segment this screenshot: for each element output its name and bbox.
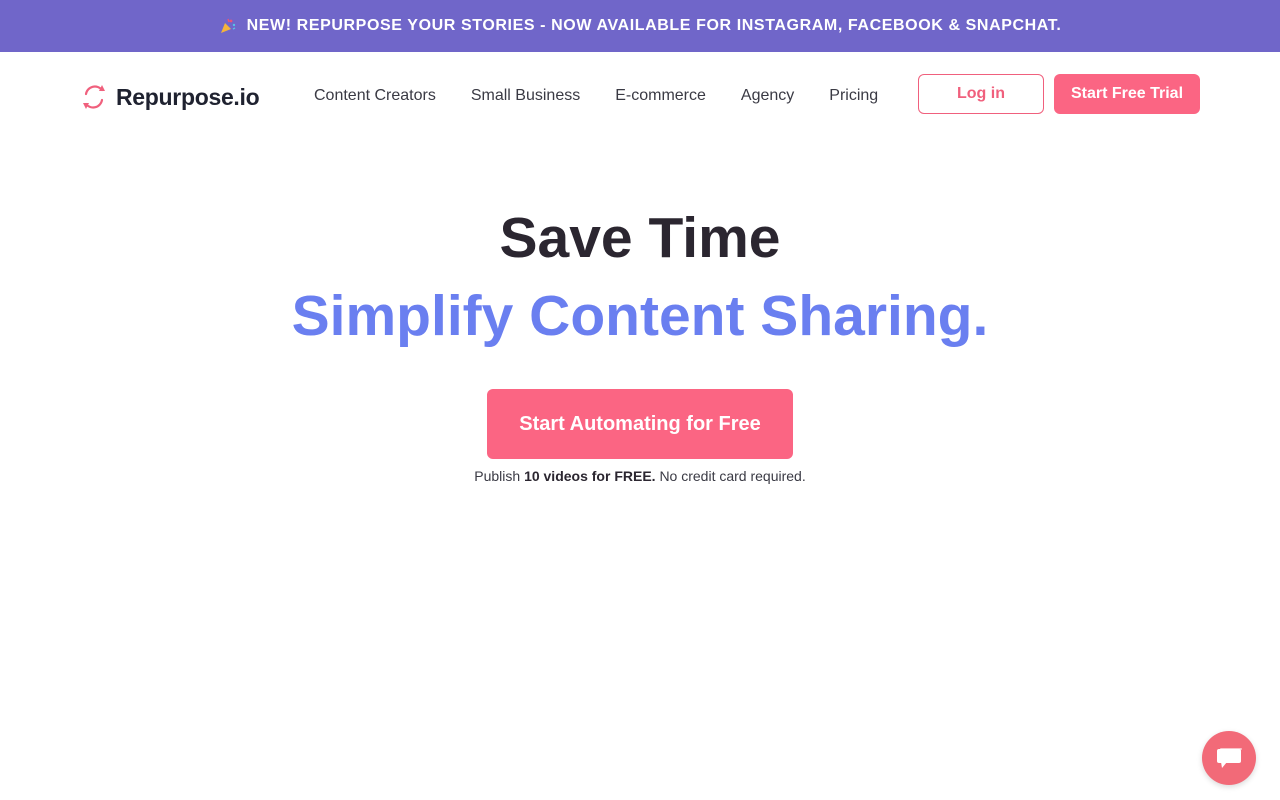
nav-item-ecommerce[interactable]: E-commerce	[615, 87, 706, 105]
announcement-text: NEW! REPURPOSE YOUR STORIES - NOW AVAILA…	[246, 17, 1062, 34]
start-automating-button[interactable]: Start Automating for Free	[487, 389, 793, 459]
start-free-trial-button[interactable]: Start Free Trial	[1054, 74, 1200, 114]
chat-launcher-button[interactable]	[1202, 731, 1256, 785]
nav-item-agency[interactable]: Agency	[741, 87, 794, 105]
hero-note: Publish 10 videos for FREE. No credit ca…	[0, 468, 1280, 484]
nav-item-small-business[interactable]: Small Business	[471, 87, 580, 105]
login-button[interactable]: Log in	[918, 74, 1044, 114]
hero-section: Save Time Simplify Content Sharing.	[0, 200, 1280, 356]
party-popper-icon	[220, 18, 235, 33]
announcement-banner[interactable]: NEW! REPURPOSE YOUR STORIES - NOW AVAILA…	[0, 0, 1280, 52]
hero-subtitle: Simplify Content Sharing.	[291, 284, 989, 348]
nav-item-content-creators[interactable]: Content Creators	[314, 87, 436, 105]
site-header: Repurpose.io Content Creators Small Busi…	[0, 52, 1280, 140]
brand-name: Repurpose.io	[116, 83, 260, 110]
repurpose-logo-icon	[83, 85, 105, 109]
nav-item-pricing[interactable]: Pricing	[829, 87, 878, 105]
hero-title: Save Time	[499, 206, 781, 270]
main-nav: Content Creators Small Business E-commer…	[314, 87, 878, 105]
chat-bubble-icon	[1217, 748, 1242, 768]
note-bold: 10 videos for FREE.	[524, 468, 656, 484]
note-prefix: Publish	[474, 468, 521, 484]
note-suffix: No credit card required.	[659, 468, 806, 484]
brand-logo[interactable]: Repurpose.io	[80, 80, 260, 114]
